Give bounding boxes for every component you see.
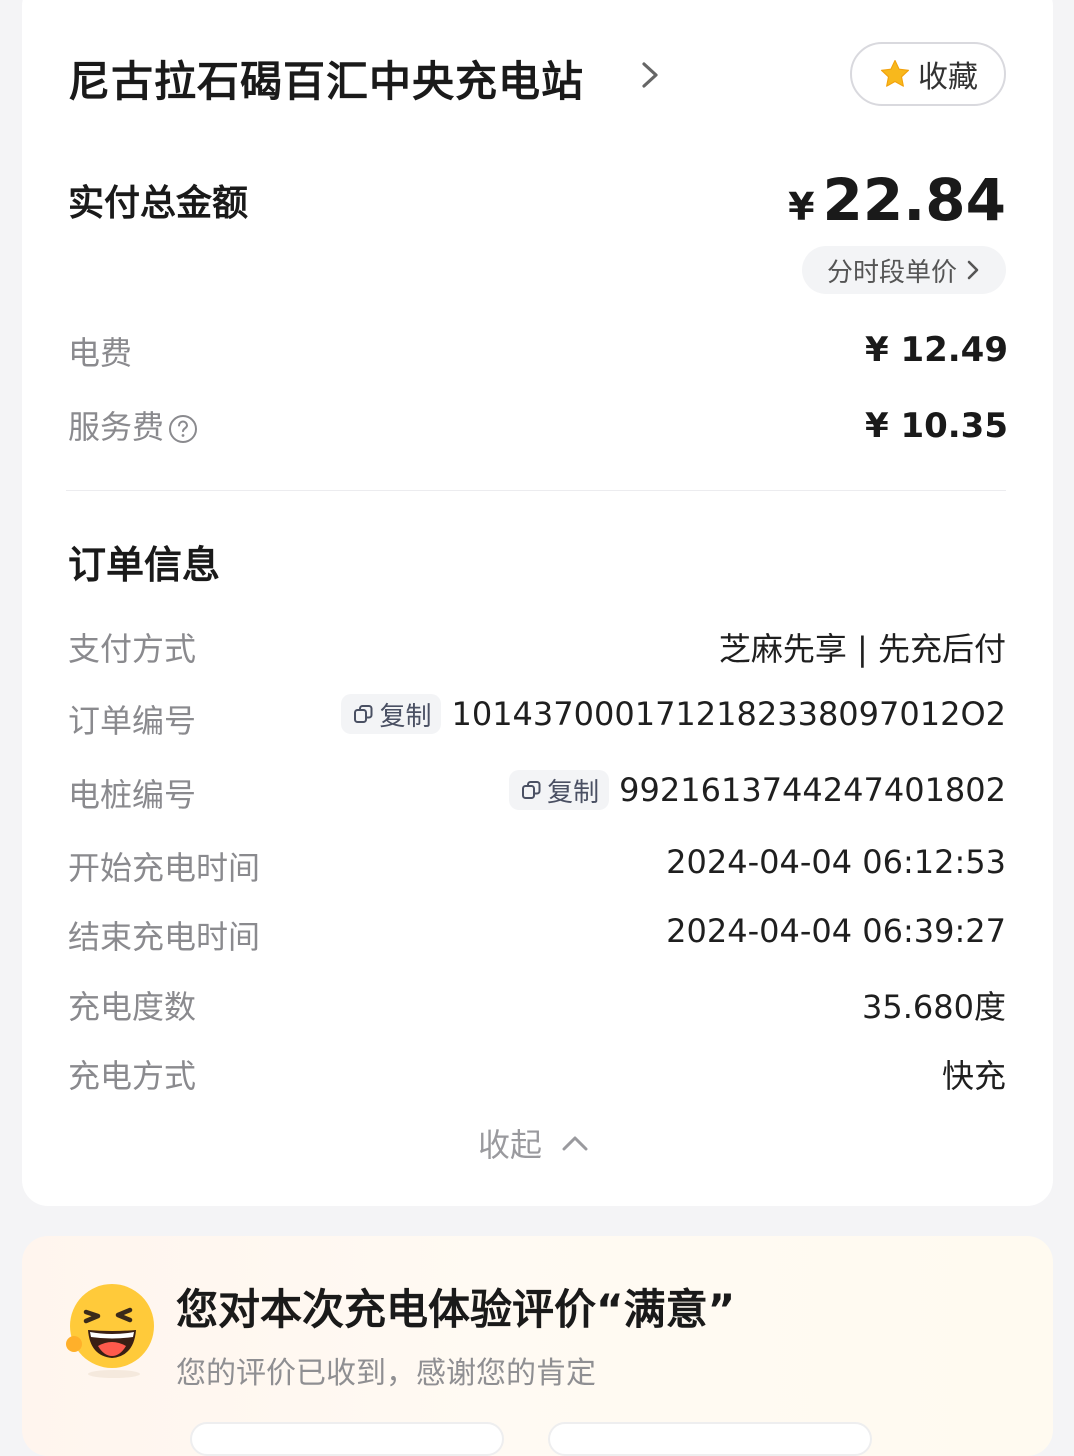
copy-pile-number-button[interactable]: 复制 — [509, 770, 610, 810]
end-time-text: 2024-04-04 06:39:27 — [666, 912, 1006, 950]
end-time-value: 2024-04-04 06:39:27 — [666, 912, 1006, 950]
favorite-label: 收藏 — [918, 60, 978, 95]
currency-symbol: ¥ — [788, 185, 815, 229]
payment-method-value: 芝麻先享 | 先充后付 — [719, 624, 1006, 670]
service-fee-label: 服务费 — [68, 408, 165, 446]
total-amount-label: 实付总金额 — [68, 183, 249, 224]
copy-label: 复制 — [379, 701, 432, 732]
total-amount-value: 22.84 — [822, 166, 1006, 234]
start-time-text: 2024-04-04 06:12:53 — [666, 843, 1006, 881]
copy-icon — [354, 705, 373, 723]
service-fee-label-row: 服务费 — [68, 402, 198, 448]
charge-mode-text: 快充 — [941, 1057, 1006, 1095]
chevron-right-icon — [967, 260, 979, 280]
favorite-button[interactable]: 收藏 — [850, 42, 1006, 106]
pile-number-label: 电桩编号 — [68, 776, 197, 814]
review-subtitle: 您的评价已收到，感谢您的肯定 — [176, 1356, 596, 1391]
time-of-use-price-button[interactable]: 分时段单价 — [802, 246, 1006, 294]
chevron-up-icon — [562, 1136, 588, 1151]
electricity-fee-label: 电费 — [68, 334, 133, 372]
station-name[interactable]: 尼古拉石碣百汇中央充电站 — [68, 48, 584, 109]
star-icon — [880, 59, 910, 87]
smiley-emoji-icon — [66, 1284, 154, 1378]
collapse-label: 收起 — [478, 1126, 543, 1164]
order-number-text: 1014370001712182338097012О2 — [451, 695, 1006, 733]
payment-method-text: 芝麻先享 | 先充后付 — [718, 630, 1006, 668]
copy-label: 复制 — [547, 777, 600, 808]
start-time-value: 2024-04-04 06:12:53 — [666, 843, 1006, 881]
divider — [66, 490, 1006, 491]
start-time-label: 开始充电时间 — [68, 849, 261, 887]
energy-value: 35.680度 — [862, 982, 1006, 1028]
charge-mode-label: 充电方式 — [68, 1057, 197, 1095]
energy-text: 35.680度 — [862, 988, 1006, 1026]
review-tag-button[interactable] — [548, 1422, 872, 1456]
total-amount: ¥ 22.84 — [788, 166, 1006, 234]
collapse-button[interactable]: 收起 — [478, 1120, 590, 1166]
charge-mode-value: 快充 — [942, 1051, 1006, 1097]
electricity-fee-value: ¥ 12.49 — [864, 330, 1008, 370]
pile-number-text: 9921613744247401802 — [619, 771, 1006, 809]
end-time-label: 结束充电时间 — [68, 918, 261, 956]
order-number-value: 复制 1014370001712182338097012О2 — [341, 694, 1006, 734]
review-card — [22, 1236, 1053, 1456]
copy-order-number-button[interactable]: 复制 — [341, 694, 442, 734]
energy-label: 充电度数 — [68, 988, 197, 1026]
review-tag-button[interactable] — [190, 1422, 504, 1456]
copy-icon — [522, 781, 541, 799]
payment-method-label: 支付方式 — [68, 630, 197, 668]
order-info-title: 订单信息 — [68, 543, 221, 587]
service-fee-value: ¥ 10.35 — [864, 406, 1008, 446]
help-icon[interactable] — [168, 414, 198, 444]
time-of-use-label: 分时段单价 — [826, 257, 957, 288]
order-number-label: 订单编号 — [68, 702, 197, 740]
chevron-right-icon[interactable] — [636, 58, 664, 92]
review-title: 您对本次充电体验评价“满意” — [176, 1285, 736, 1334]
pile-number-value: 复制 9921613744247401802 — [509, 770, 1006, 810]
